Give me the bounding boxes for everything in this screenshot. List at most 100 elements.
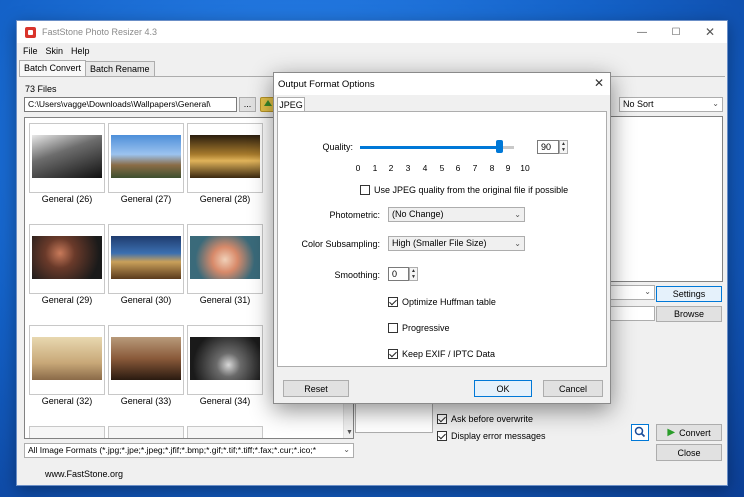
thumbnail-item[interactable]: General (26) bbox=[28, 122, 106, 212]
thumbnail-image bbox=[29, 426, 105, 438]
thumbnail-item[interactable]: General (28) bbox=[186, 122, 264, 212]
title-bar: FastStone Photo Resizer 4.3 — ☐ ✕ bbox=[17, 21, 727, 43]
thumbnail-image bbox=[29, 224, 105, 294]
use-original-quality-checkbox[interactable]: Use JPEG quality from the original file … bbox=[360, 185, 568, 195]
browse-folder-button[interactable]: ... bbox=[239, 97, 256, 112]
format-filter-select[interactable]: All Image Formats (*.jpg;*.jpe;*.jpeg;*.… bbox=[24, 443, 354, 458]
close-button[interactable]: Close bbox=[656, 444, 722, 461]
reset-button[interactable]: Reset bbox=[283, 380, 349, 397]
progressive-checkbox[interactable]: Progressive bbox=[388, 323, 450, 333]
thumbnail-image bbox=[108, 123, 184, 193]
optimize-huffman-checkbox[interactable]: Optimize Huffman table bbox=[388, 297, 496, 307]
menu-skin[interactable]: Skin bbox=[46, 46, 64, 56]
quality-tick-label: 10 bbox=[520, 163, 530, 173]
jpeg-options-panel: Quality: 90 ▲ ▼ 0 1 2 3 4 5 6 7 8 9 10 Use JPEG qua… bbox=[277, 111, 607, 367]
thumbnail-label: General (32) bbox=[41, 396, 93, 406]
smoothing-spinner-icon[interactable]: ▲ ▼ bbox=[409, 267, 418, 281]
maximize-icon[interactable]: ☐ bbox=[659, 21, 693, 43]
thumbnail-image bbox=[108, 325, 184, 395]
quality-slider-thumb[interactable] bbox=[496, 140, 503, 153]
ok-button[interactable]: OK bbox=[474, 380, 532, 397]
browse-output-button[interactable]: Browse bbox=[656, 306, 722, 322]
thumbnail-label: General (33) bbox=[120, 396, 172, 406]
sort-select[interactable]: No Sort ⌄ bbox=[619, 97, 723, 112]
folder-path-input[interactable]: C:\Users\vagge\Downloads\Wallpapers\Gene… bbox=[24, 97, 237, 112]
optimize-huffman-label: Optimize Huffman table bbox=[402, 297, 496, 307]
convert-label: Convert bbox=[679, 427, 711, 438]
quality-tick-label: 7 bbox=[472, 163, 478, 173]
photometric-select[interactable]: (No Change) ⌄ bbox=[388, 207, 525, 222]
output-format-select[interactable]: ⌄ bbox=[607, 285, 655, 300]
window-title: FastStone Photo Resizer 4.3 bbox=[42, 27, 158, 37]
convert-button[interactable]: ▶ Convert bbox=[656, 424, 722, 441]
play-icon: ▶ bbox=[667, 427, 676, 438]
thumbnail-item[interactable]: General (31) bbox=[186, 223, 264, 313]
ask-overwrite-checkbox[interactable]: Ask before overwrite bbox=[437, 414, 533, 424]
thumbnail-item[interactable]: General (32) bbox=[28, 324, 106, 414]
thumbnail-image bbox=[187, 426, 263, 438]
chevron-down-icon: ⌄ bbox=[514, 210, 521, 219]
cancel-button[interactable]: Cancel bbox=[543, 380, 603, 397]
thumbnail-image bbox=[108, 426, 184, 438]
tab-batch-rename[interactable]: Batch Rename bbox=[85, 61, 155, 76]
quality-label: Quality: bbox=[322, 142, 353, 152]
display-errors-checkbox[interactable]: Display error messages bbox=[437, 431, 546, 441]
checkbox-icon[interactable] bbox=[388, 349, 398, 359]
sort-value: No Sort bbox=[623, 99, 654, 109]
output-folder-input[interactable] bbox=[607, 306, 655, 321]
thumbnail-item[interactable]: General (29) bbox=[28, 223, 106, 313]
thumbnail-image bbox=[187, 224, 263, 294]
thumbnail-item[interactable] bbox=[186, 425, 264, 438]
chevron-down-icon: ⌄ bbox=[644, 287, 651, 296]
tab-batch-convert[interactable]: Batch Convert bbox=[19, 60, 87, 76]
photometric-label: Photometric: bbox=[329, 210, 380, 220]
scroll-down-icon[interactable]: ▼ bbox=[344, 427, 353, 438]
subsampling-label: Color Subsampling: bbox=[301, 239, 380, 249]
quality-tick-label: 9 bbox=[505, 163, 511, 173]
settings-button[interactable]: Settings bbox=[656, 286, 722, 302]
checkbox-icon[interactable] bbox=[437, 431, 447, 441]
keep-exif-checkbox[interactable]: Keep EXIF / IPTC Data bbox=[388, 349, 495, 359]
quality-slider-fill bbox=[360, 146, 499, 149]
thumbnail-label: General (34) bbox=[199, 396, 251, 406]
menu-file[interactable]: File bbox=[23, 46, 38, 56]
output-format-dialog: Output Format Options ✕ JPEG Quality: 90… bbox=[273, 72, 611, 404]
main-tabs: Batch Convert Batch Rename bbox=[19, 60, 155, 76]
website-link[interactable]: www.FastStone.org bbox=[45, 469, 123, 479]
quality-spinner-icon[interactable]: ▲ ▼ bbox=[559, 140, 568, 154]
close-icon[interactable]: ✕ bbox=[693, 21, 727, 43]
quality-tick-label: 0 bbox=[355, 163, 361, 173]
subsampling-select[interactable]: High (Smaller File Size) ⌄ bbox=[388, 236, 525, 251]
dialog-title-bar: Output Format Options ✕ bbox=[274, 73, 610, 95]
checkbox-icon[interactable] bbox=[388, 323, 398, 333]
thumbnail-image bbox=[108, 224, 184, 294]
thumbnail-item[interactable]: General (30) bbox=[107, 223, 185, 313]
thumbnail-item[interactable] bbox=[28, 425, 106, 438]
progressive-label: Progressive bbox=[402, 323, 450, 333]
use-original-quality-label: Use JPEG quality from the original file … bbox=[374, 185, 569, 195]
quality-input[interactable]: 90 bbox=[537, 140, 559, 154]
smoothing-input[interactable]: 0 bbox=[388, 267, 409, 281]
magnifier-icon[interactable] bbox=[631, 424, 649, 441]
quality-tick-label: 6 bbox=[455, 163, 461, 173]
chevron-down-icon: ⌄ bbox=[343, 445, 350, 454]
quality-tick-label: 1 bbox=[372, 163, 378, 173]
keep-exif-label: Keep EXIF / IPTC Data bbox=[402, 349, 496, 359]
menu-help[interactable]: Help bbox=[71, 46, 90, 56]
checkbox-icon[interactable] bbox=[388, 297, 398, 307]
checkbox-icon[interactable] bbox=[437, 414, 447, 424]
checkbox-icon[interactable] bbox=[360, 185, 370, 195]
minimize-icon[interactable]: — bbox=[625, 21, 659, 43]
thumbnail-item[interactable]: General (27) bbox=[107, 122, 185, 212]
tab-jpeg[interactable]: JPEG bbox=[277, 97, 305, 112]
thumbnail-label: General (26) bbox=[41, 194, 93, 204]
thumbnail-item[interactable] bbox=[107, 425, 185, 438]
thumbnail-item[interactable]: General (34) bbox=[186, 324, 264, 414]
thumbnail-label: General (31) bbox=[199, 295, 251, 305]
quality-tick-label: 4 bbox=[422, 163, 428, 173]
quality-tick-label: 5 bbox=[439, 163, 445, 173]
thumbnail-image bbox=[29, 325, 105, 395]
chevron-down-icon: ⌄ bbox=[514, 239, 521, 248]
thumbnail-item[interactable]: General (33) bbox=[107, 324, 185, 414]
dialog-close-icon[interactable]: ✕ bbox=[594, 76, 604, 90]
